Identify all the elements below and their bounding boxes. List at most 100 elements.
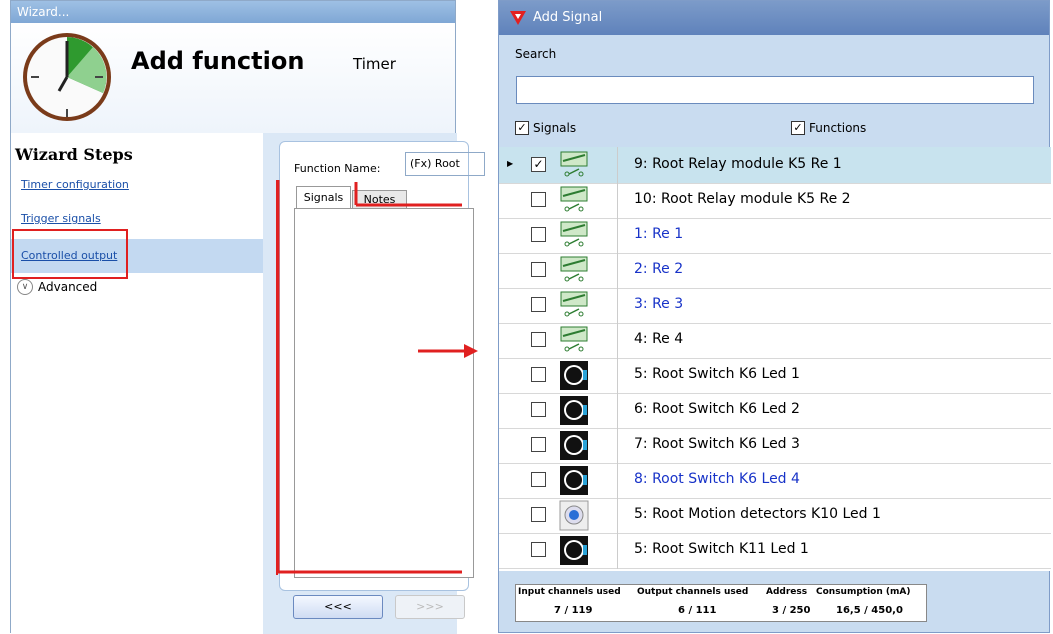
column-divider bbox=[617, 182, 618, 219]
column-divider bbox=[617, 427, 618, 464]
function-name-label: Function Name: bbox=[294, 162, 381, 175]
highlight-controlled-output bbox=[12, 229, 128, 279]
row-current-indicator-icon: ▶ bbox=[507, 159, 514, 168]
signal-row[interactable]: 1: Re 1 bbox=[499, 217, 1051, 254]
signal-row[interactable]: 5: Root Switch K11 Led 1 bbox=[499, 532, 1051, 569]
signal-label: 5: Root Motion detectors K10 Led 1 bbox=[634, 506, 881, 522]
motion-detector-icon bbox=[559, 500, 589, 531]
switch-icon bbox=[559, 360, 589, 391]
arrow-right-icon bbox=[418, 344, 478, 358]
consumption-value: 16,5 / 450,0 bbox=[836, 605, 903, 616]
signal-row[interactable]: 3: Re 3 bbox=[499, 287, 1051, 324]
signal-label: 2: Re 2 bbox=[634, 261, 684, 277]
switch-icon bbox=[559, 535, 589, 566]
column-divider bbox=[617, 357, 618, 394]
column-divider bbox=[617, 217, 618, 254]
filter-functions-checkbox[interactable]: ✓ Functions bbox=[791, 121, 866, 135]
signal-label: 3: Re 3 bbox=[634, 296, 684, 312]
add-signal-window: Add Signal Search ✓ Signals ✓ Functions … bbox=[498, 0, 1051, 633]
row-checkbox[interactable] bbox=[531, 297, 546, 312]
signal-label: 9: Root Relay module K5 Re 1 bbox=[634, 156, 842, 172]
status-summary: Input channels used 7 / 119 Output chann… bbox=[515, 584, 927, 622]
relay-icon bbox=[559, 325, 589, 356]
address-header: Address bbox=[766, 587, 808, 597]
switch-icon bbox=[559, 465, 589, 496]
filter-functions-label: Functions bbox=[809, 121, 867, 135]
signal-row[interactable]: 5: Root Switch K6 Led 1 bbox=[499, 357, 1051, 394]
advanced-label: Advanced bbox=[38, 280, 98, 294]
signal-grid: ▶ ✓ 9: Root Relay module K5 Re 1 10: Root R… bbox=[499, 147, 1051, 571]
relay-icon bbox=[559, 185, 589, 216]
relay-icon bbox=[559, 290, 589, 321]
next-button[interactable]: >>> bbox=[395, 595, 465, 619]
wizard-steps-title: Wizard Steps bbox=[15, 145, 133, 164]
app-logo-icon bbox=[510, 11, 526, 25]
signal-row[interactable]: 2: Re 2 bbox=[499, 252, 1051, 289]
search-label: Search bbox=[515, 47, 557, 61]
signal-row[interactable]: ▶ ✓ 9: Root Relay module K5 Re 1 bbox=[499, 147, 1051, 184]
input-channels-header: Input channels used bbox=[518, 587, 621, 597]
signal-label: 4: Re 4 bbox=[634, 331, 684, 347]
signal-label: 5: Root Switch K11 Led 1 bbox=[634, 541, 809, 557]
output-channels-value: 6 / 111 bbox=[678, 605, 717, 616]
wizard-steps-panel: Wizard Steps Timer configuration Trigger… bbox=[11, 133, 263, 634]
highlight-lines bbox=[276, 180, 462, 574]
checkbox-icon: ✓ bbox=[515, 121, 529, 135]
search-input[interactable] bbox=[516, 76, 1034, 104]
row-checkbox[interactable] bbox=[531, 332, 546, 347]
row-checkbox[interactable] bbox=[531, 367, 546, 382]
switch-icon bbox=[559, 395, 589, 426]
signal-label: 6: Root Switch K6 Led 2 bbox=[634, 401, 800, 417]
column-divider bbox=[617, 392, 618, 429]
column-divider bbox=[617, 322, 618, 359]
row-checkbox[interactable] bbox=[531, 542, 546, 557]
column-divider bbox=[617, 462, 618, 499]
signal-row[interactable]: 4: Re 4 bbox=[499, 322, 1051, 359]
signal-row[interactable]: 5: Root Motion detectors K10 Led 1 bbox=[499, 497, 1051, 534]
row-checkbox[interactable] bbox=[531, 192, 546, 207]
wizard-header: Add function Timer bbox=[11, 23, 455, 133]
filter-signals-label: Signals bbox=[533, 121, 577, 135]
row-checkbox[interactable] bbox=[531, 507, 546, 522]
column-divider bbox=[617, 147, 618, 184]
function-name-input[interactable]: (Fx) Root bbox=[405, 152, 485, 176]
signal-label: 7: Root Switch K6 Led 3 bbox=[634, 436, 800, 452]
signal-row[interactable]: 6: Root Switch K6 Led 2 bbox=[499, 392, 1051, 429]
signal-row[interactable]: 8: Root Switch K6 Led 4 bbox=[499, 462, 1051, 499]
signal-label: 10: Root Relay module K5 Re 2 bbox=[634, 191, 851, 207]
relay-icon bbox=[559, 150, 589, 181]
chevron-down-icon: ∨ bbox=[17, 279, 33, 295]
column-divider bbox=[617, 497, 618, 534]
add-signal-title: Add Signal bbox=[499, 1, 1049, 35]
signal-row[interactable]: 10: Root Relay module K5 Re 2 bbox=[499, 182, 1051, 219]
switch-icon bbox=[559, 430, 589, 461]
signal-row[interactable]: 7: Root Switch K6 Led 3 bbox=[499, 427, 1051, 464]
wizard-heading: Add function bbox=[131, 47, 305, 75]
column-divider bbox=[617, 532, 618, 569]
column-divider bbox=[617, 287, 618, 324]
row-checkbox[interactable] bbox=[531, 437, 546, 452]
relay-icon bbox=[559, 220, 589, 251]
relay-icon bbox=[559, 255, 589, 286]
consumption-header: Consumption (mA) bbox=[816, 587, 911, 597]
signal-label: 5: Root Switch K6 Led 1 bbox=[634, 366, 800, 382]
signal-label: 8: Root Switch K6 Led 4 bbox=[634, 471, 800, 487]
row-checkbox[interactable] bbox=[531, 402, 546, 417]
output-channels-header: Output channels used bbox=[637, 587, 749, 597]
address-value: 3 / 250 bbox=[772, 605, 811, 616]
wizard-subheading: Timer bbox=[353, 55, 396, 73]
timer-clock-icon bbox=[23, 33, 111, 121]
row-checkbox[interactable] bbox=[531, 227, 546, 242]
checkbox-icon: ✓ bbox=[791, 121, 805, 135]
wizard-title: Wizard... bbox=[11, 1, 455, 23]
row-checkbox[interactable] bbox=[531, 472, 546, 487]
row-checkbox[interactable] bbox=[531, 262, 546, 277]
step-timer-configuration[interactable]: Timer configuration bbox=[11, 169, 263, 201]
row-checkbox[interactable]: ✓ bbox=[531, 157, 546, 172]
signal-label: 1: Re 1 bbox=[634, 226, 684, 242]
filter-signals-checkbox[interactable]: ✓ Signals bbox=[515, 121, 576, 135]
input-channels-value: 7 / 119 bbox=[554, 605, 593, 616]
back-button[interactable]: <<< bbox=[293, 595, 383, 619]
column-divider bbox=[617, 252, 618, 289]
advanced-expander[interactable]: ∨ Advanced bbox=[17, 279, 97, 295]
